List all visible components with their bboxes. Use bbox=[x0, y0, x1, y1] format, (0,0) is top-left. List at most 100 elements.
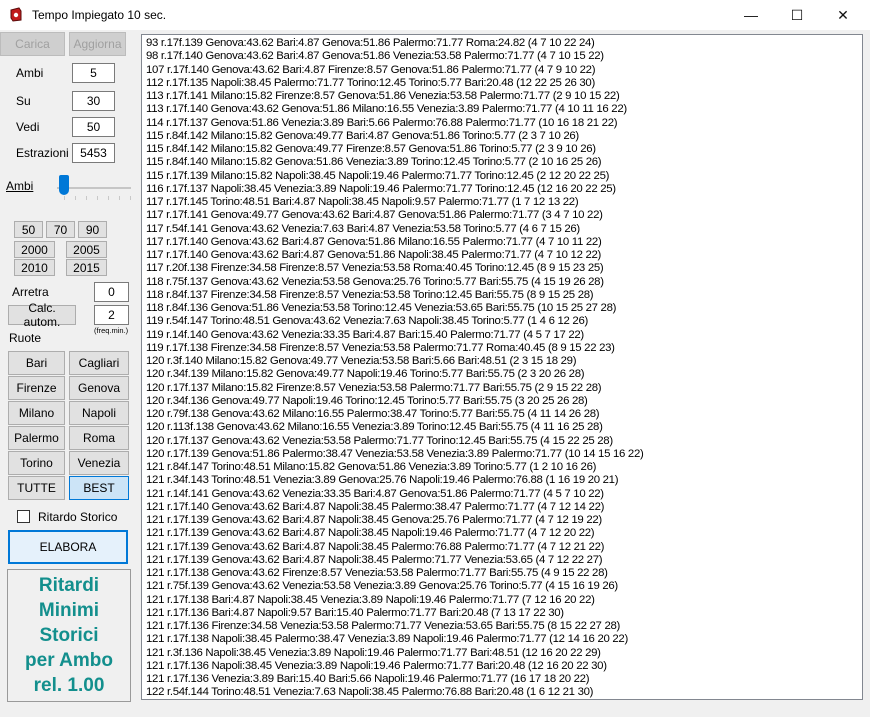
result-row[interactable]: 120 r.17f.139 Genova:51.86 Palermo:38.47… bbox=[146, 448, 858, 461]
ruota-genova-button[interactable]: Genova bbox=[69, 376, 129, 400]
result-row[interactable]: 98 r.17f.140 Genova:43.62 Bari:4.87 Geno… bbox=[146, 50, 858, 63]
title-bar: Tempo Impiegato 10 sec. — ☐ ✕ bbox=[0, 0, 870, 30]
ruote-label: Ruote bbox=[9, 331, 42, 345]
result-row[interactable]: 120 r.34f.139 Milano:15.82 Genova:49.77 … bbox=[146, 368, 858, 381]
minimize-button[interactable]: — bbox=[728, 0, 774, 30]
result-row[interactable]: 120 r.17f.137 Genova:43.62 Venezia:53.58… bbox=[146, 435, 858, 448]
year-90-button[interactable]: 90 bbox=[78, 221, 107, 238]
result-row[interactable]: 121 r.17f.139 Genova:43.62 Bari:4.87 Nap… bbox=[146, 527, 858, 540]
ruota-torino-button[interactable]: Torino bbox=[8, 451, 65, 475]
result-row[interactable]: 113 r.17f.141 Milano:15.82 Firenze:8.57 … bbox=[146, 90, 858, 103]
result-row[interactable]: 119 r.17f.138 Firenze:34.58 Firenze:8.57… bbox=[146, 342, 858, 355]
result-row[interactable]: 120 r.113f.138 Genova:43.62 Milano:16.55… bbox=[146, 421, 858, 434]
result-row[interactable]: 121 r.17f.138 Napoli:38.45 Palermo:38.47… bbox=[146, 633, 858, 646]
ritardo-storico-checkbox[interactable] bbox=[17, 510, 30, 523]
result-row[interactable]: 118 r.75f.137 Genova:43.62 Venezia:53.58… bbox=[146, 276, 858, 289]
app-logo: Ritardi Minimi Storici per Ambo rel. 1.0… bbox=[7, 569, 131, 702]
slider-tick bbox=[97, 196, 98, 200]
result-row[interactable]: 121 r.84f.147 Torino:48.51 Milano:15.82 … bbox=[146, 461, 858, 474]
result-row[interactable]: 120 r.3f.140 Milano:15.82 Genova:49.77 V… bbox=[146, 355, 858, 368]
slider-tick bbox=[75, 196, 76, 200]
result-row[interactable]: 121 r.3f.136 Napoli:38.45 Venezia:3.89 N… bbox=[146, 647, 858, 660]
result-row[interactable]: 121 r.17f.136 Napoli:38.45 Venezia:3.89 … bbox=[146, 660, 858, 673]
year-70-button[interactable]: 70 bbox=[46, 221, 75, 238]
su-label: Su bbox=[16, 94, 31, 108]
result-row[interactable]: 93 r.17f.139 Genova:43.62 Bari:4.87 Geno… bbox=[146, 37, 858, 50]
year-2005-button[interactable]: 2005 bbox=[66, 241, 107, 258]
result-row[interactable]: 121 r.17f.136 Firenze:34.58 Venezia:53.5… bbox=[146, 620, 858, 633]
result-row[interactable]: 121 r.17f.136 Bari:4.87 Napoli:9.57 Bari… bbox=[146, 607, 858, 620]
result-row[interactable]: 112 r.17f.135 Napoli:38.45 Palermo:71.77… bbox=[146, 77, 858, 90]
tutte-button[interactable]: TUTTE bbox=[8, 476, 65, 500]
ambi-slider-thumb[interactable] bbox=[59, 175, 69, 195]
year-2015-button[interactable]: 2015 bbox=[66, 259, 107, 276]
result-row[interactable]: 121 r.17f.139 Genova:43.62 Bari:4.87 Nap… bbox=[146, 514, 858, 527]
ruota-venezia-button[interactable]: Venezia bbox=[69, 451, 129, 475]
result-row[interactable]: 119 r.54f.147 Torino:48.51 Genova:43.62 … bbox=[146, 315, 858, 328]
slider-label: Ambi bbox=[6, 179, 34, 193]
result-row[interactable]: 121 r.17f.136 Venezia:3.89 Bari:15.40 Ba… bbox=[146, 673, 858, 686]
elabora-button[interactable]: ELABORA bbox=[8, 530, 128, 564]
result-row[interactable]: 121 r.75f.139 Genova:43.62 Venezia:53.58… bbox=[146, 580, 858, 593]
result-row[interactable]: 116 r.17f.137 Napoli:38.45 Venezia:3.89 … bbox=[146, 183, 858, 196]
result-row[interactable]: 115 r.84f.140 Milano:15.82 Genova:51.86 … bbox=[146, 156, 858, 169]
result-row[interactable]: 122 r.54f.144 Torino:48.51 Venezia:7.63 … bbox=[146, 686, 858, 699]
result-row[interactable]: 114 r.17f.137 Genova:51.86 Venezia:3.89 … bbox=[146, 117, 858, 130]
result-row[interactable]: 118 r.84f.136 Genova:51.86 Venezia:53.58… bbox=[146, 302, 858, 315]
result-row[interactable]: 115 r.84f.142 Milano:15.82 Genova:49.77 … bbox=[146, 130, 858, 143]
result-row[interactable]: 121 r.17f.138 Genova:43.62 Firenze:8.57 … bbox=[146, 567, 858, 580]
ruota-firenze-button[interactable]: Firenze bbox=[8, 376, 65, 400]
result-row[interactable]: 121 r.34f.143 Torino:48.51 Venezia:3.89 … bbox=[146, 474, 858, 487]
ruota-napoli-button[interactable]: Napoli bbox=[69, 401, 129, 425]
window-title: Tempo Impiegato 10 sec. bbox=[32, 8, 167, 22]
year-2000-button[interactable]: 2000 bbox=[14, 241, 55, 258]
year-2010-button[interactable]: 2010 bbox=[14, 259, 55, 276]
results-listbox[interactable]: 93 r.17f.139 Genova:43.62 Bari:4.87 Geno… bbox=[141, 34, 863, 700]
logo-line: rel. 1.00 bbox=[33, 675, 105, 696]
result-row[interactable]: 115 r.17f.139 Milano:15.82 Napoli:38.45 … bbox=[146, 170, 858, 183]
vedi-input[interactable]: 50 bbox=[72, 117, 115, 137]
result-row[interactable]: 117 r.17f.140 Genova:43.62 Bari:4.87 Gen… bbox=[146, 236, 858, 249]
ambi-input[interactable]: 5 bbox=[72, 63, 115, 83]
calc-autom-button[interactable]: Calc. autom. bbox=[8, 301, 76, 329]
logo-line: Minimi bbox=[38, 600, 100, 621]
result-row[interactable]: 121 r.14f.141 Genova:43.62 Venezia:33.35… bbox=[146, 488, 858, 501]
logo-line: Storici bbox=[39, 625, 99, 646]
aggiorna-button[interactable]: Aggiorna bbox=[69, 32, 126, 56]
result-row[interactable]: 117 r.54f.141 Genova:43.62 Venezia:7.63 … bbox=[146, 223, 858, 236]
result-row[interactable]: 120 r.79f.138 Genova:43.62 Milano:16.55 … bbox=[146, 408, 858, 421]
carica-button[interactable]: Carica bbox=[0, 32, 65, 56]
ruota-milano-button[interactable]: Milano bbox=[8, 401, 65, 425]
calc-autom-input[interactable]: 2 bbox=[94, 305, 129, 325]
result-row[interactable]: 120 r.34f.136 Genova:49.77 Napoli:19.46 … bbox=[146, 395, 858, 408]
year-50-button[interactable]: 50 bbox=[14, 221, 43, 238]
result-row[interactable]: 117 r.17f.140 Genova:43.62 Bari:4.87 Gen… bbox=[146, 249, 858, 262]
result-row[interactable]: 117 r.17f.141 Genova:49.77 Genova:43.62 … bbox=[146, 209, 858, 222]
result-row[interactable]: 113 r.17f.140 Genova:43.62 Genova:51.86 … bbox=[146, 103, 858, 116]
maximize-button[interactable]: ☐ bbox=[774, 0, 820, 30]
result-row[interactable]: 121 r.17f.138 Bari:4.87 Napoli:38.45 Ven… bbox=[146, 594, 858, 607]
su-input[interactable]: 30 bbox=[72, 91, 115, 111]
result-row[interactable]: 118 r.84f.137 Firenze:34.58 Firenze:8.57… bbox=[146, 289, 858, 302]
arretra-input[interactable]: 0 bbox=[94, 282, 129, 302]
result-row[interactable]: 107 r.17f.140 Genova:43.62 Bari:4.87 Fir… bbox=[146, 64, 858, 77]
close-button[interactable]: ✕ bbox=[820, 0, 866, 30]
vedi-label: Vedi bbox=[16, 120, 40, 134]
ruota-cagliari-button[interactable]: Cagliari bbox=[69, 351, 129, 375]
result-row[interactable]: 120 r.17f.137 Milano:15.82 Firenze:8.57 … bbox=[146, 382, 858, 395]
result-row[interactable]: 115 r.84f.142 Milano:15.82 Genova:49.77 … bbox=[146, 143, 858, 156]
slider-tick bbox=[130, 196, 131, 200]
ritardo-storico-label: Ritardo Storico bbox=[38, 510, 118, 524]
best-button[interactable]: BEST bbox=[69, 476, 129, 500]
result-row[interactable]: 119 r.14f.140 Genova:43.62 Venezia:33.35… bbox=[146, 329, 858, 342]
result-row[interactable]: 121 r.17f.139 Genova:43.62 Bari:4.87 Nap… bbox=[146, 554, 858, 567]
result-row[interactable]: 121 r.17f.139 Genova:43.62 Bari:4.87 Nap… bbox=[146, 541, 858, 554]
estrazioni-label: Estrazioni bbox=[16, 146, 69, 160]
estrazioni-input[interactable]: 5453 bbox=[72, 143, 115, 163]
ruota-palermo-button[interactable]: Palermo bbox=[8, 426, 65, 450]
result-row[interactable]: 117 r.17f.145 Torino:48.51 Bari:4.87 Nap… bbox=[146, 196, 858, 209]
result-row[interactable]: 121 r.17f.140 Genova:43.62 Bari:4.87 Nap… bbox=[146, 501, 858, 514]
ruota-bari-button[interactable]: Bari bbox=[8, 351, 65, 375]
ruota-roma-button[interactable]: Roma bbox=[69, 426, 129, 450]
result-row[interactable]: 117 r.20f.138 Firenze:34.58 Firenze:8.57… bbox=[146, 262, 858, 275]
